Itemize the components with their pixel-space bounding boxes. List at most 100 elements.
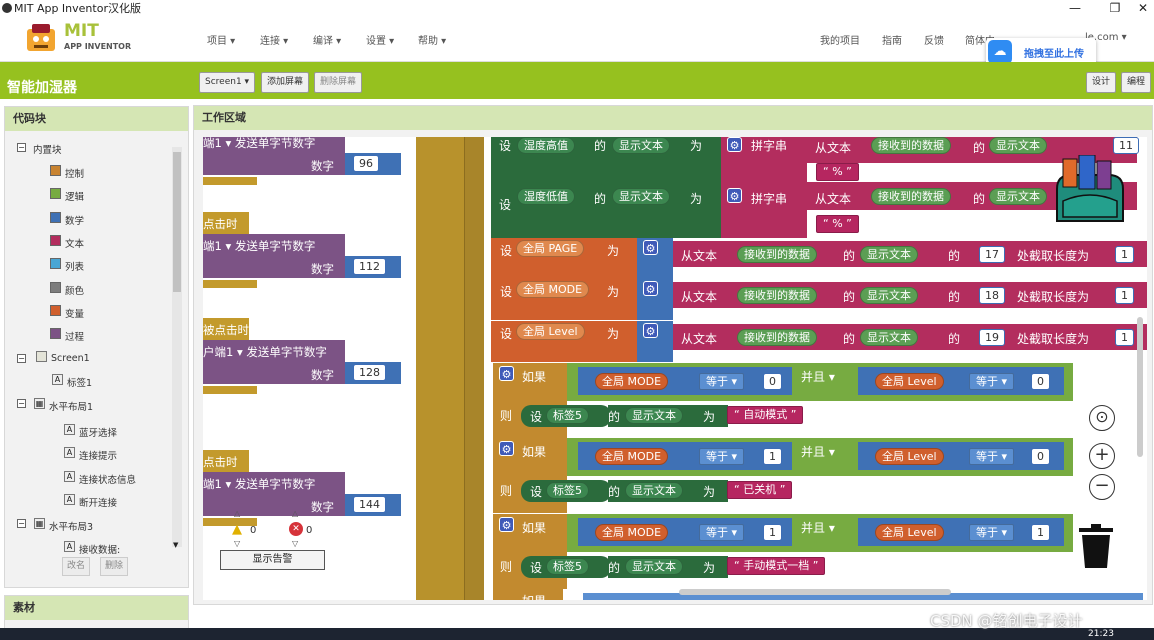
warning-prev-icon[interactable]: △: [234, 509, 240, 518]
start-index-0[interactable]: 11: [1113, 137, 1139, 154]
event-header-1[interactable]: 点击时: [203, 212, 249, 234]
component-item-1[interactable]: 水平布局1: [49, 399, 93, 413]
segment-recv-1[interactable]: 接收到的数据: [737, 287, 817, 304]
if-v2-2[interactable]: 1: [1031, 524, 1050, 541]
blocks-button[interactable]: 编程: [1121, 72, 1152, 93]
event-header-2[interactable]: 被点击时: [203, 318, 249, 340]
builtin-item-7[interactable]: 过程: [65, 329, 84, 343]
screen-select[interactable]: Screen1 ▾: [199, 72, 256, 93]
close-button[interactable]: ✕: [1130, 0, 1154, 17]
event-block-body[interactable]: [416, 137, 464, 600]
recv-prop-1[interactable]: 显示文本: [989, 188, 1047, 205]
component-item-6[interactable]: 水平布局3: [49, 519, 93, 533]
if-gear-icon-0[interactable]: ⚙: [499, 366, 514, 381]
segment-gear-icon-1[interactable]: ⚙: [643, 281, 658, 296]
if-level-var-2[interactable]: 全局 Level: [875, 524, 944, 541]
component-item-7[interactable]: 接收数据:: [79, 542, 120, 556]
if-level-var-1[interactable]: 全局 Level: [875, 448, 944, 465]
collapse-layout-6-icon[interactable]: −: [17, 519, 26, 528]
menu-help[interactable]: 帮助 ▾: [418, 32, 446, 47]
then-string-0[interactable]: “ 自动模式 ”: [727, 406, 804, 424]
builtin-item-4[interactable]: 列表: [65, 259, 84, 273]
scrollbar-thumb[interactable]: [173, 152, 181, 292]
segment-recv-2[interactable]: 接收到的数据: [737, 329, 817, 346]
designer-button[interactable]: 设计: [1086, 72, 1117, 93]
then-string-2[interactable]: “ 手动模式一档 ”: [727, 557, 826, 575]
segment-prop-2[interactable]: 显示文本: [860, 329, 918, 346]
then-prop-0[interactable]: 显示文本: [625, 407, 683, 424]
recv-prop-0[interactable]: 显示文本: [989, 137, 1047, 154]
if-eq2-0[interactable]: 等于 ▾: [969, 373, 1015, 390]
global-var-0[interactable]: 全局 PAGE: [516, 240, 585, 257]
then-string-1[interactable]: “ 已关机 ”: [727, 481, 793, 499]
builtin-item-2[interactable]: 数学: [65, 213, 84, 227]
pct-string-1[interactable]: “ % ”: [816, 215, 859, 233]
join-gear-icon-1[interactable]: ⚙: [727, 188, 742, 203]
menu-build[interactable]: 编译 ▾: [313, 32, 341, 47]
if-v1-2[interactable]: 1: [763, 524, 782, 541]
if-mode-var-1[interactable]: 全局 MODE: [595, 448, 669, 465]
component-item-3[interactable]: 连接提示: [79, 448, 117, 462]
scroll-down-icon[interactable]: ▼: [173, 541, 178, 549]
vertical-scrollbar[interactable]: [1137, 317, 1143, 457]
component-item-5[interactable]: 断开连接: [79, 495, 117, 509]
global-var-2[interactable]: 全局 Level: [516, 323, 585, 340]
segment-gear-icon-2[interactable]: ⚙: [643, 323, 658, 338]
if-eq1-2[interactable]: 等于 ▾: [699, 524, 745, 541]
set-prop-0[interactable]: 显示文本: [612, 137, 670, 154]
my-projects-link[interactable]: 我的项目: [820, 32, 860, 47]
if-mode-var-0[interactable]: 全局 MODE: [595, 373, 669, 390]
builtin-item-1[interactable]: 逻辑: [65, 189, 84, 203]
menu-connect[interactable]: 连接 ▾: [260, 32, 288, 47]
if-gear-icon-1[interactable]: ⚙: [499, 441, 514, 456]
segment-prop-0[interactable]: 显示文本: [860, 246, 918, 263]
collapse-layout-1-icon[interactable]: −: [17, 399, 26, 408]
segment-prop-1[interactable]: 显示文本: [860, 287, 918, 304]
builtin-item-3[interactable]: 文本: [65, 236, 84, 250]
recenter-icon[interactable]: ⊙: [1089, 405, 1115, 431]
trash-icon[interactable]: [1077, 523, 1115, 569]
menu-project[interactable]: 项目 ▾: [207, 32, 235, 47]
if-v1-1[interactable]: 1: [763, 448, 782, 465]
zoom-in-icon[interactable]: +: [1089, 443, 1115, 469]
set-target-1[interactable]: 湿度低值: [517, 188, 575, 205]
builtin-item-0[interactable]: 控制: [65, 166, 84, 180]
component-item-2[interactable]: 蓝牙选择: [79, 425, 117, 439]
restore-button[interactable]: ❐: [1102, 0, 1128, 17]
recv-label-0[interactable]: 接收到的数据: [871, 137, 951, 154]
event-header-3[interactable]: 点击时: [203, 450, 249, 472]
builtin-item-6[interactable]: 变量: [65, 306, 84, 320]
backpack-icon[interactable]: [1049, 154, 1131, 225]
screen-label[interactable]: Screen1: [51, 353, 90, 364]
error-next-icon[interactable]: ▽: [292, 539, 298, 548]
if-eq1-1[interactable]: 等于 ▾: [699, 448, 745, 465]
if-gear-icon-2[interactable]: ⚙: [499, 517, 514, 532]
set-prop-1[interactable]: 显示文本: [612, 188, 670, 205]
then-label-var-1[interactable]: 标签5: [546, 482, 589, 499]
num-value-0[interactable]: 96: [353, 155, 379, 172]
if-eq1-0[interactable]: 等于 ▾: [699, 373, 745, 390]
then-prop-2[interactable]: 显示文本: [625, 558, 683, 575]
then-label-var-0[interactable]: 标签5: [546, 407, 589, 424]
delete-component-button[interactable]: 删除: [100, 557, 129, 576]
builtin-label[interactable]: 内置块: [33, 142, 62, 156]
global-var-1[interactable]: 全局 MODE: [516, 281, 590, 298]
set-target-0[interactable]: 湿度高值: [517, 137, 575, 154]
segment-len-1[interactable]: 1: [1115, 287, 1134, 304]
recv-label-1[interactable]: 接收到的数据: [871, 188, 951, 205]
pct-string-0[interactable]: “ % ”: [816, 163, 859, 181]
segment-recv-0[interactable]: 接收到的数据: [737, 246, 817, 263]
segment-start-0[interactable]: 17: [979, 246, 1005, 263]
guide-link[interactable]: 指南: [882, 32, 902, 47]
error-prev-icon[interactable]: △: [292, 509, 298, 518]
then-prop-1[interactable]: 显示文本: [625, 482, 683, 499]
add-screen-button[interactable]: 添加屏幕: [261, 72, 310, 93]
collapse-builtin-icon[interactable]: −: [17, 143, 26, 152]
if-eq2-2[interactable]: 等于 ▾: [969, 524, 1015, 541]
builtin-item-5[interactable]: 颜色: [65, 283, 84, 297]
if-eq2-1[interactable]: 等于 ▾: [969, 448, 1015, 465]
rename-button[interactable]: 改名: [62, 557, 91, 576]
minimize-button[interactable]: —: [1062, 0, 1088, 17]
remove-screen-button[interactable]: 删除屏幕: [314, 72, 363, 93]
segment-start-1[interactable]: 18: [979, 287, 1005, 304]
